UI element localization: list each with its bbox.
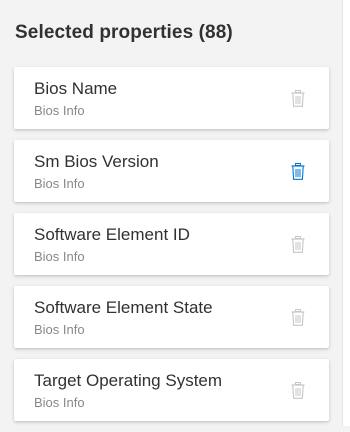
property-name: Bios Name xyxy=(34,79,118,98)
selected-properties-panel: Selected properties (88) Bios Name Bios … xyxy=(0,0,343,426)
property-list: Bios Name Bios Info Sm Bios Version Bios… xyxy=(14,67,329,432)
scrollbar[interactable] xyxy=(343,0,350,426)
trash-icon xyxy=(291,89,305,107)
property-card[interactable]: Software Element State Bios Info xyxy=(14,286,329,348)
property-card[interactable]: Sm Bios Version Bios Info xyxy=(14,140,329,202)
property-name: Sm Bios Version xyxy=(34,152,159,171)
panel-title: Selected properties (88) xyxy=(15,22,233,43)
trash-icon xyxy=(291,381,305,399)
property-category: Bios Info xyxy=(34,322,85,337)
trash-icon xyxy=(291,308,305,326)
delete-property-button[interactable] xyxy=(290,235,306,253)
trash-icon xyxy=(291,162,305,180)
delete-property-button[interactable] xyxy=(290,162,306,180)
property-card[interactable]: Bios Name Bios Info xyxy=(14,67,329,129)
property-card[interactable]: Target Operating System Bios Info xyxy=(14,359,329,421)
delete-property-button[interactable] xyxy=(290,89,306,107)
property-card[interactable]: Software Element ID Bios Info xyxy=(14,213,329,275)
property-name: Software Element State xyxy=(34,298,213,317)
property-category: Bios Info xyxy=(34,249,85,264)
property-category: Bios Info xyxy=(34,176,85,191)
property-name: Target Operating System xyxy=(34,371,223,390)
property-category: Bios Info xyxy=(34,103,85,118)
property-name: Software Element ID xyxy=(34,225,190,244)
trash-icon xyxy=(291,235,305,253)
property-category: Bios Info xyxy=(34,395,85,410)
delete-property-button[interactable] xyxy=(290,308,306,326)
delete-property-button[interactable] xyxy=(290,381,306,399)
